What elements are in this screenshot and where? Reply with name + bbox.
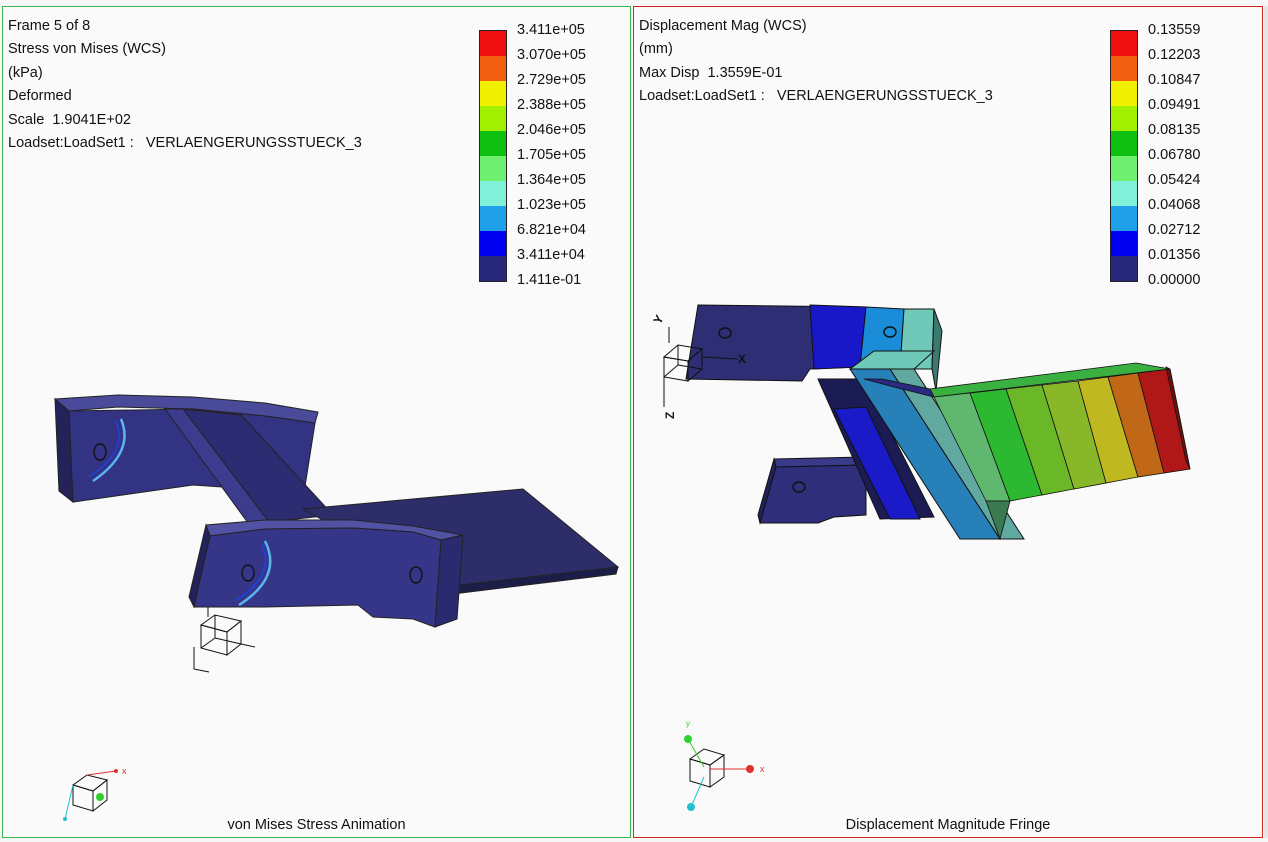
csys-y-label: Y — [650, 313, 666, 327]
model-csys-icon — [193, 607, 256, 673]
displacement-model-view[interactable]: Y X Z y x — [634, 7, 1264, 839]
csys-z-label: Z — [663, 412, 677, 419]
stress-viewport[interactable]: Frame 5 of 8 Stress von Mises (WCS) (kPa… — [2, 6, 631, 838]
front-bracket-face — [193, 527, 442, 628]
displacement-caption: Displacement Magnitude Fringe — [845, 817, 1051, 833]
triad-x-label: x — [122, 766, 127, 776]
triad-y-label: y — [686, 719, 690, 728]
upper-bracket-end — [931, 308, 943, 392]
csys-x-label: X — [738, 352, 746, 366]
view-triad-icon — [684, 735, 754, 811]
lower-bracket-face — [759, 464, 867, 524]
window-edge — [1264, 6, 1268, 838]
stress-caption: von Mises Stress Animation — [227, 817, 406, 833]
upper-bracket-fringe-blue — [809, 304, 867, 370]
triad-x-label: x — [760, 764, 765, 774]
stress-model-view[interactable]: x — [3, 7, 632, 839]
view-triad-icon — [63, 769, 118, 821]
displacement-viewport[interactable]: Displacement Mag (WCS) (mm) Max Disp 1.3… — [633, 6, 1263, 838]
